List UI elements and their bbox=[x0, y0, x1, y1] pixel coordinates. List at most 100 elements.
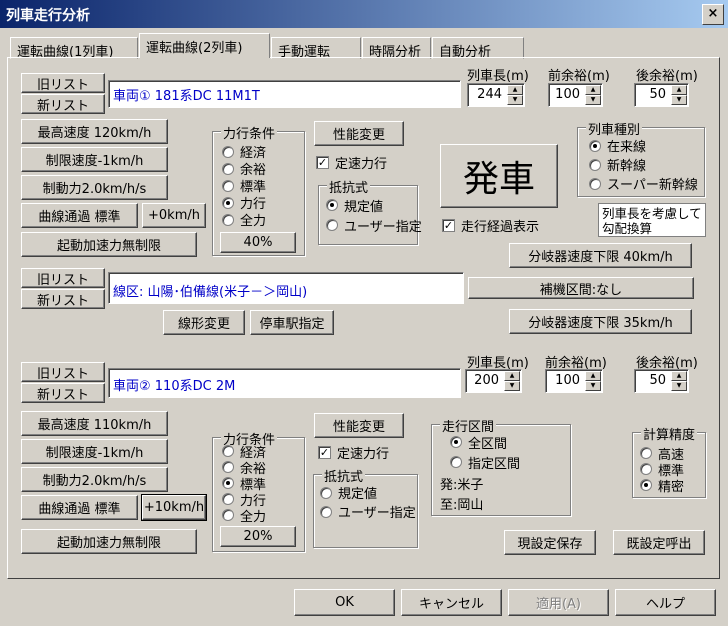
radio-label: 在来線 bbox=[607, 140, 647, 155]
spin-arrows-icon[interactable]: ▲ ▼ bbox=[504, 371, 520, 391]
section-radio-0[interactable]: 全区間 bbox=[450, 432, 520, 452]
train2-const-speed-checkbox[interactable]: ✓ 定速力行 bbox=[318, 443, 389, 462]
train2-plus-speed-button[interactable]: +10km/h bbox=[141, 494, 207, 521]
apply-button[interactable]: 適用(A) bbox=[508, 589, 609, 616]
train1-accel-button[interactable]: 起動加速力無制限 bbox=[21, 232, 197, 257]
train1-power-radio-1[interactable]: 余裕 bbox=[222, 160, 266, 178]
section-to: 至:岡山 bbox=[440, 498, 484, 513]
train1-resist-radio-0[interactable]: 規定値 bbox=[326, 195, 422, 215]
help-button[interactable]: ヘルプ bbox=[615, 589, 716, 616]
show-route-checkbox[interactable]: ✓ 走行経過表示 bbox=[442, 216, 539, 235]
load-settings-button[interactable]: 既設定呼出 bbox=[613, 530, 705, 555]
line-name-field[interactable]: 線区: 山陽･伯備線(米子－＞岡山) bbox=[108, 272, 464, 304]
train1-new-list-button[interactable]: 新リスト bbox=[21, 94, 105, 114]
section-radios: 全区間 指定区間 bbox=[450, 432, 520, 472]
spin-arrows-icon[interactable]: ▲ ▼ bbox=[671, 371, 687, 391]
train1-perf-change-button[interactable]: 性能変更 bbox=[314, 121, 404, 146]
radio-label: 規定値 bbox=[344, 199, 384, 215]
spin-arrows-icon[interactable]: ▲ ▼ bbox=[671, 85, 687, 105]
tab-curve-1[interactable]: 運転曲線(1列車) bbox=[10, 37, 138, 60]
train2-curve-button[interactable]: 曲線通過 標準 bbox=[21, 495, 138, 520]
train1-length-spinner[interactable]: 244 ▲ ▼ bbox=[467, 83, 525, 107]
radio-label: 規定値 bbox=[338, 487, 378, 502]
aux-section-button[interactable]: 補機区間:なし bbox=[468, 277, 694, 299]
radio-dot-icon bbox=[450, 436, 462, 448]
train2-limit-speed-button[interactable]: 制限速度-1km/h bbox=[21, 439, 168, 464]
train2-resist-radio-0[interactable]: 規定値 bbox=[320, 483, 416, 502]
train2-old-list-button[interactable]: 旧リスト bbox=[21, 362, 105, 382]
train-type-radio-2[interactable]: スーパー新幹線 bbox=[589, 174, 698, 193]
train2-front-spinner[interactable]: 100 ▲ ▼ bbox=[545, 369, 603, 393]
spinner-value: 200 bbox=[474, 373, 499, 388]
train2-power-radio-4[interactable]: 全力 bbox=[222, 507, 267, 525]
train1-power-radio-4[interactable]: 全力 bbox=[222, 211, 266, 229]
spin-arrows-icon[interactable]: ▲ ▼ bbox=[585, 371, 601, 391]
train2-length-spinner[interactable]: 200 ▲ ▼ bbox=[465, 369, 522, 393]
ok-button[interactable]: OK bbox=[294, 589, 395, 616]
train1-power-radio-3[interactable]: 力行 bbox=[222, 194, 266, 212]
checkbox-label: 走行経過表示 bbox=[461, 220, 540, 235]
train1-power-radio-0[interactable]: 経済 bbox=[222, 143, 266, 161]
line-new-list-button[interactable]: 新リスト bbox=[21, 289, 105, 309]
train2-power-percent-button[interactable]: 20% bbox=[220, 526, 296, 547]
train1-rear-spinner[interactable]: 50 ▲ ▼ bbox=[634, 83, 689, 107]
train1-curve-button[interactable]: 曲線通過 標準 bbox=[21, 203, 138, 228]
close-icon: × bbox=[707, 6, 719, 21]
train-type-radio-1[interactable]: 新幹線 bbox=[589, 155, 698, 174]
train1-power-radio-2[interactable]: 標準 bbox=[222, 177, 266, 195]
radio-dot-icon bbox=[589, 139, 601, 152]
tab-curve-2[interactable]: 運転曲線(2列車) bbox=[139, 33, 270, 58]
train2-resist-radio-1[interactable]: ユーザー指定 bbox=[320, 502, 416, 521]
spin-arrows-icon[interactable]: ▲ ▼ bbox=[585, 85, 601, 105]
train1-resist-radio-1[interactable]: ユーザー指定 bbox=[326, 215, 422, 235]
radio-dot-icon bbox=[222, 509, 234, 521]
section-radio-1[interactable]: 指定区間 bbox=[450, 452, 520, 472]
train1-vehicle-field[interactable]: 車両① 181系DC 11M1T bbox=[108, 80, 461, 108]
tab-manual[interactable]: 手動運転 bbox=[271, 37, 361, 60]
train2-brake-button[interactable]: 制動力2.0km/h/s bbox=[21, 467, 168, 492]
shape-change-button[interactable]: 線形変更 bbox=[163, 310, 245, 335]
train2-rear-spinner[interactable]: 50 ▲ ▼ bbox=[634, 369, 689, 393]
train1-switch-speed-button[interactable]: 分岐器速度下限 40km/h bbox=[509, 243, 692, 268]
train2-new-list-button[interactable]: 新リスト bbox=[21, 383, 105, 403]
radio-label: 全力 bbox=[240, 509, 267, 525]
tab-auto[interactable]: 自動分析 bbox=[432, 37, 524, 60]
radio-dot-icon bbox=[222, 461, 234, 473]
radio-dot-icon bbox=[222, 493, 234, 505]
checkbox-label: 定速力行 bbox=[337, 447, 390, 462]
radio-dot-icon bbox=[222, 196, 234, 209]
save-settings-button[interactable]: 現設定保存 bbox=[504, 530, 596, 555]
radio-dot-icon bbox=[589, 158, 601, 171]
train2-vehicle-field[interactable]: 車両② 110系DC 2M bbox=[108, 368, 461, 398]
train2-max-speed-button[interactable]: 最高速度 110km/h bbox=[21, 411, 168, 436]
close-button[interactable]: × bbox=[702, 4, 724, 25]
spin-arrows-icon[interactable]: ▲ ▼ bbox=[507, 85, 523, 105]
line-switch-speed-button[interactable]: 分岐器速度下限 35km/h bbox=[509, 309, 692, 334]
train1-limit-speed-button[interactable]: 制限速度-1km/h bbox=[21, 147, 168, 172]
train1-max-speed-button[interactable]: 最高速度 120km/h bbox=[21, 119, 168, 144]
train1-plus-speed-button[interactable]: +0km/h bbox=[142, 203, 206, 228]
train2-perf-change-button[interactable]: 性能変更 bbox=[314, 413, 404, 438]
precision-radio-2[interactable]: 精密 bbox=[640, 477, 684, 495]
window-title: 列車走行分析 bbox=[6, 8, 90, 24]
line-old-list-button[interactable]: 旧リスト bbox=[21, 268, 105, 288]
train1-const-speed-checkbox[interactable]: ✓ 定速力行 bbox=[316, 153, 387, 172]
train1-power-radios: 経済 余裕 標準 力行 全力 bbox=[222, 143, 266, 229]
radio-dot-icon bbox=[589, 177, 601, 190]
cancel-button[interactable]: キャンセル bbox=[401, 589, 502, 616]
train1-brake-button[interactable]: 制動力2.0km/h/s bbox=[21, 175, 168, 200]
train1-front-spinner[interactable]: 100 ▲ ▼ bbox=[548, 83, 603, 107]
train-type-radio-0[interactable]: 在来線 bbox=[589, 136, 698, 155]
stop-station-button[interactable]: 停車駅指定 bbox=[250, 310, 334, 335]
tab-headway[interactable]: 時隔分析 bbox=[362, 37, 431, 60]
spinner-value: 244 bbox=[477, 87, 502, 102]
radio-dot-icon bbox=[222, 145, 234, 158]
train1-power-percent-button[interactable]: 40% bbox=[220, 232, 296, 253]
radio-dot-icon bbox=[320, 505, 332, 518]
train1-old-list-button[interactable]: 旧リスト bbox=[21, 73, 105, 93]
radio-dot-icon bbox=[222, 179, 234, 192]
train2-accel-button[interactable]: 起動加速力無制限 bbox=[21, 529, 197, 554]
title-bar[interactable]: 列車走行分析 × bbox=[0, 0, 728, 28]
radio-dot-icon bbox=[450, 456, 462, 468]
start-button[interactable]: 発車 bbox=[440, 144, 558, 208]
